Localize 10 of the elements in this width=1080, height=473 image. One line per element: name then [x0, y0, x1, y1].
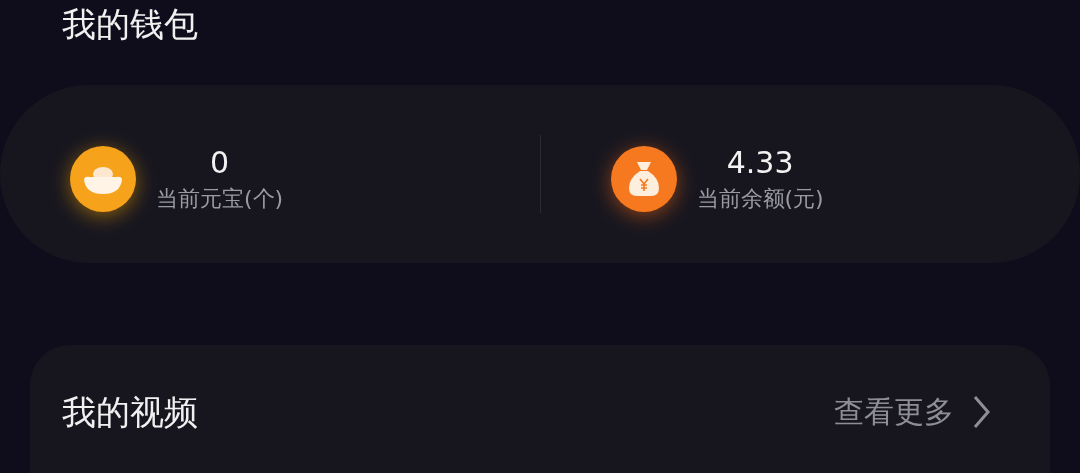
chevron-right-icon — [972, 395, 990, 429]
money-bag-icon — [610, 146, 677, 212]
ingot-icon — [70, 146, 136, 212]
stat-value: 4.33 — [726, 148, 794, 178]
stat-value: 0 — [210, 148, 230, 178]
stat-label: 当前余额(元) — [696, 188, 824, 210]
section-title: 我的钱包 — [62, 7, 198, 41]
view-more-link[interactable]: 查看更多 — [834, 395, 1018, 429]
section-title: 我的视频 — [62, 395, 198, 429]
stat-label: 当前元宝(个) — [156, 188, 284, 210]
